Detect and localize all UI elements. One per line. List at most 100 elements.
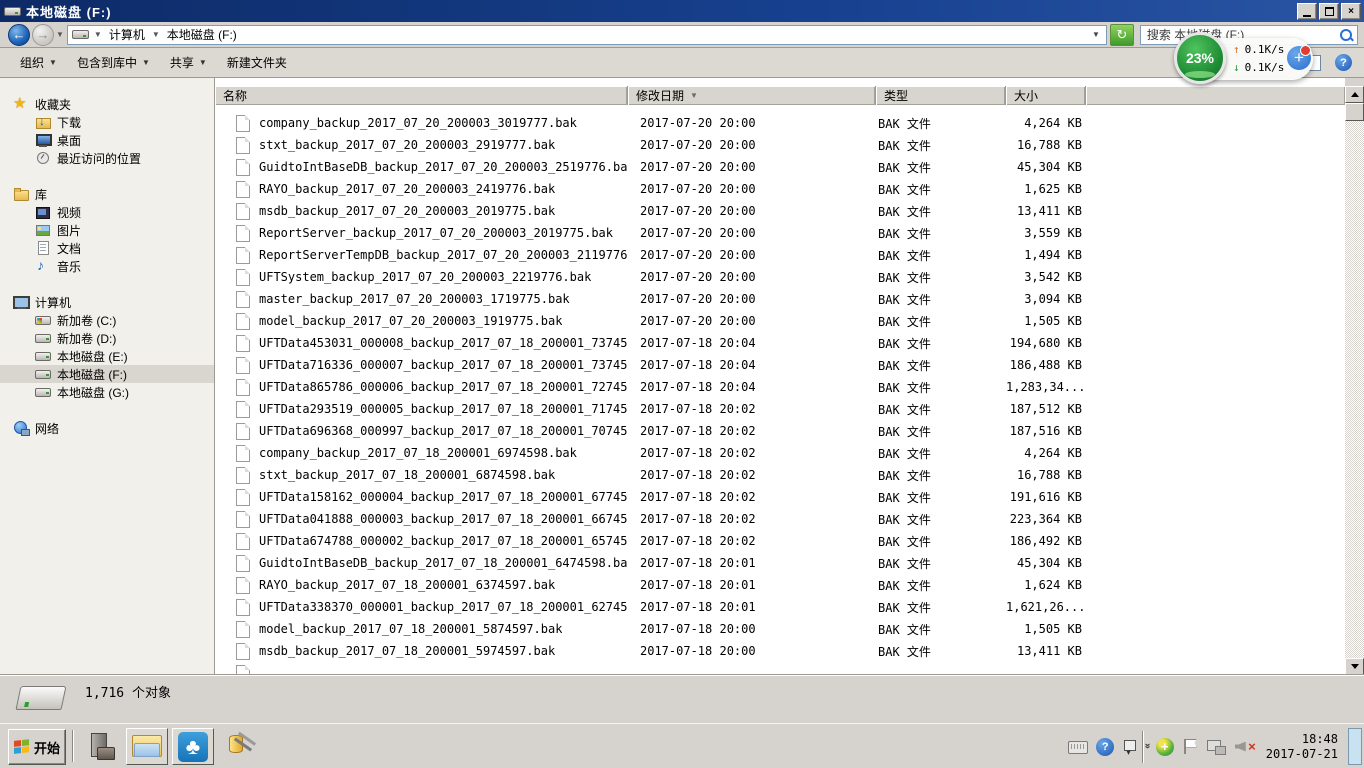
file-row[interactable]: model_backup_2017_07_18_200001_5874597.b… [215, 618, 1345, 640]
refresh-button[interactable]: ↻ [1110, 24, 1134, 46]
vertical-scrollbar[interactable] [1345, 86, 1364, 675]
help-icon[interactable]: ? [1335, 54, 1352, 71]
file-row[interactable]: UFTData338370_000001_backup_2017_07_18_2… [215, 596, 1345, 618]
address-bar[interactable]: ▼ 计算机 ▼ 本地磁盘 (F:) ▼ [67, 25, 1107, 45]
sidebar-item[interactable]: 新加卷 (C:) [0, 311, 214, 329]
share-button[interactable]: 共享▼ [160, 50, 217, 75]
search-icon[interactable] [1339, 28, 1353, 42]
file-type: BAK 文件 [876, 181, 1006, 198]
widget-plus-button[interactable]: + [1287, 46, 1311, 70]
file-row[interactable]: UFTData158162_000004_backup_2017_07_18_2… [215, 486, 1345, 508]
file-row[interactable]: ReportServer_backup_2017_07_20_200003_20… [215, 222, 1345, 244]
file-row[interactable]: stxt_backup_2017_07_18_200001_6874598.ba… [215, 464, 1345, 486]
tray-help-icon[interactable]: ? [1096, 738, 1114, 756]
tray-clock[interactable]: 18:48 2017-07-21 [1266, 732, 1338, 762]
show-hidden-icons-chevron[interactable]: « [1142, 744, 1153, 749]
sidebar-group-2[interactable]: 计算机 [0, 293, 214, 311]
file-type: BAK 文件 [876, 445, 1006, 462]
sidebar-item[interactable]: 文档 [0, 239, 214, 257]
sidebar-item[interactable]: 音乐 [0, 257, 214, 275]
file-row[interactable]: company_backup_2017_07_18_200001_6974598… [215, 442, 1345, 464]
star-icon [13, 96, 29, 112]
file-row[interactable]: GuidtoIntBaseDB_backup_2017_07_18_200001… [215, 552, 1345, 574]
breadcrumb-drive[interactable]: 本地磁盘 (F:) [165, 26, 239, 43]
column-header-name[interactable]: 名称 [215, 86, 628, 105]
include-in-library-button[interactable]: 包含到库中▼ [67, 50, 160, 75]
organize-button[interactable]: 组织▼ [10, 50, 67, 75]
breadcrumb-computer[interactable]: 计算机 [107, 26, 147, 43]
minimize-button[interactable] [1297, 3, 1317, 20]
quicklaunch-server-manager[interactable] [80, 728, 122, 765]
file-row[interactable]: RAYO_backup_2017_07_18_200001_6374597.ba… [215, 574, 1345, 596]
column-header-date[interactable]: 修改日期▼ [628, 86, 876, 105]
start-button[interactable]: 开始 [8, 729, 66, 765]
sidebar-item[interactable]: 图片 [0, 221, 214, 239]
sidebar-item[interactable]: 桌面 [0, 131, 214, 149]
quicklaunch-explorer[interactable] [126, 728, 168, 765]
file-row[interactable]: UFTData716336_000007_backup_2017_07_18_2… [215, 354, 1345, 376]
file-row[interactable]: msdb_backup_2017_07_18_200001_5974597.ba… [215, 640, 1345, 662]
network-tray-icon[interactable] [1206, 737, 1226, 757]
sidebar-item[interactable]: 本地磁盘 (G:) [0, 383, 214, 401]
file-row[interactable]: stxt_backup_2017_07_20_200003_2919777.ba… [215, 134, 1345, 156]
folder-icon [132, 735, 162, 759]
file-row[interactable]: UFTData453031_000008_backup_2017_07_18_2… [215, 332, 1345, 354]
file-icon [236, 247, 250, 264]
column-header-type[interactable]: 类型 [876, 86, 1006, 105]
forward-button[interactable]: → [32, 24, 54, 46]
file-row[interactable]: RAYO_backup_2017_07_20_200003_2419776.ba… [215, 178, 1345, 200]
navigation-bar: ← → ▼ ▼ 计算机 ▼ 本地磁盘 (F:) ▼ ↻ 搜索 本地磁盘 (F:) [0, 22, 1364, 48]
sidebar-item-label: 新加卷 (C:) [57, 312, 116, 329]
file-size: 13,411 KB [1006, 644, 1086, 658]
traffic-monitor-widget[interactable]: 23% ↑0.1K/s ↓0.1K/s + [1183, 38, 1313, 80]
desktop-toolbar-icon[interactable] [1122, 738, 1138, 756]
new-folder-button[interactable]: 新建文件夹 [217, 50, 297, 75]
file-type: BAK 文件 [876, 137, 1006, 154]
column-header-size[interactable]: 大小 [1006, 86, 1086, 105]
sidebar-item[interactable]: 最近访问的位置 [0, 149, 214, 167]
antivirus-tray-icon[interactable]: + [1156, 738, 1174, 756]
sidebar-item[interactable]: 新加卷 (D:) [0, 329, 214, 347]
file-row[interactable]: UFTData674788_000002_backup_2017_07_18_2… [215, 530, 1345, 552]
address-dropdown-icon[interactable]: ▼ [1088, 30, 1104, 39]
file-row[interactable] [215, 662, 1345, 675]
sidebar-item[interactable]: 本地磁盘 (E:) [0, 347, 214, 365]
window-titlebar[interactable]: 本地磁盘 (F:) × [0, 0, 1364, 22]
show-desktop-button[interactable] [1348, 728, 1362, 765]
file-row[interactable]: model_backup_2017_07_20_200003_1919775.b… [215, 310, 1345, 332]
file-row[interactable]: company_backup_2017_07_20_200003_3019777… [215, 112, 1345, 134]
scrollbar-thumb[interactable] [1345, 103, 1364, 121]
sidebar-group-0[interactable]: 收藏夹 [0, 95, 214, 113]
quicklaunch-clover-app[interactable]: ♣ [172, 728, 214, 765]
sidebar-group-3[interactable]: 网络 [0, 419, 214, 437]
file-row[interactable]: UFTData696368_000997_backup_2017_07_18_2… [215, 420, 1345, 442]
file-row[interactable]: ReportServerTempDB_backup_2017_07_20_200… [215, 244, 1345, 266]
restore-button[interactable] [1319, 3, 1339, 20]
history-dropdown-icon[interactable]: ▼ [56, 30, 64, 39]
file-row[interactable]: msdb_backup_2017_07_20_200003_2019775.ba… [215, 200, 1345, 222]
memory-percent-ball[interactable]: 23% [1174, 32, 1226, 84]
file-row[interactable]: UFTData865786_000006_backup_2017_07_18_2… [215, 376, 1345, 398]
sidebar-group-1[interactable]: 库 [0, 185, 214, 203]
crumb-separator-icon[interactable]: ▼ [152, 30, 160, 39]
file-row[interactable]: master_backup_2017_07_20_200003_1719775.… [215, 288, 1345, 310]
file-icon [236, 137, 250, 154]
action-center-flag-icon[interactable] [1182, 737, 1198, 757]
file-row[interactable]: UFTData293519_000005_backup_2017_07_18_2… [215, 398, 1345, 420]
quicklaunch-db-tools[interactable] [220, 728, 262, 765]
file-row[interactable]: UFTSystem_backup_2017_07_20_200003_22197… [215, 266, 1345, 288]
volume-muted-icon[interactable] [1234, 737, 1256, 757]
sidebar-item[interactable]: 下载 [0, 113, 214, 131]
scroll-up-button[interactable] [1345, 86, 1364, 103]
back-button[interactable]: ← [8, 24, 30, 46]
sidebar-item[interactable]: 本地磁盘 (F:) [0, 365, 214, 383]
sidebar-item[interactable]: 视频 [0, 203, 214, 221]
close-button[interactable]: × [1341, 3, 1361, 20]
file-row[interactable]: UFTData041888_000003_backup_2017_07_18_2… [215, 508, 1345, 530]
file-size: 1,494 KB [1006, 248, 1086, 262]
scroll-down-button[interactable] [1345, 658, 1364, 675]
file-row[interactable]: GuidtoIntBaseDB_backup_2017_07_20_200003… [215, 156, 1345, 178]
crumb-separator-icon[interactable]: ▼ [94, 30, 102, 39]
file-type: BAK 文件 [876, 115, 1006, 132]
keyboard-icon[interactable] [1068, 737, 1088, 757]
